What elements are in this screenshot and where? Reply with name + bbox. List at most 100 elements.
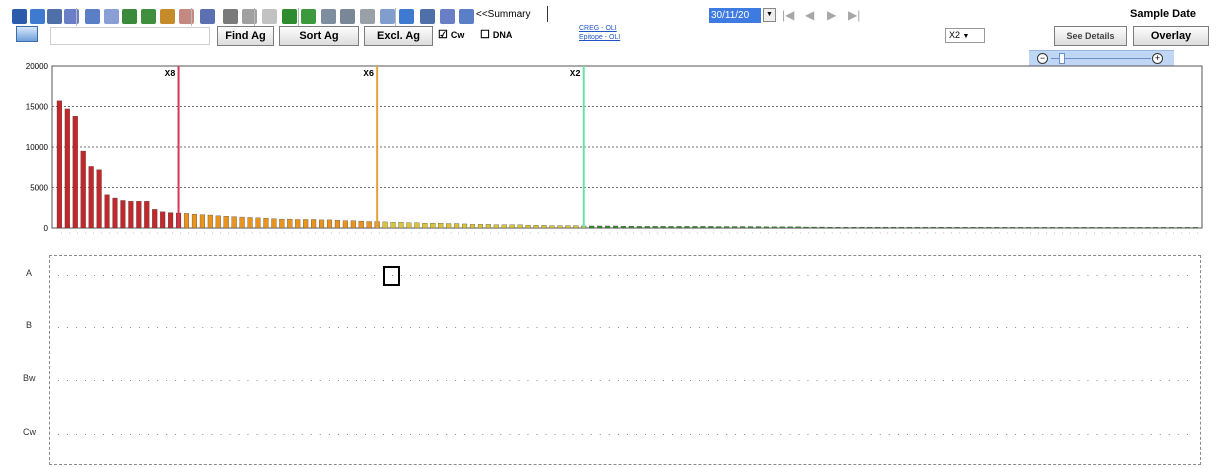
- allele-cell[interactable]: ·: [888, 430, 896, 439]
- allele-cell[interactable]: ·: [57, 323, 65, 332]
- allele-cell[interactable]: ·: [1105, 430, 1113, 439]
- allele-cell[interactable]: ·: [626, 376, 634, 385]
- allele-cell[interactable]: ·: [978, 323, 986, 332]
- allele-cell[interactable]: ·: [951, 323, 959, 332]
- allele-cell[interactable]: ·: [509, 430, 517, 439]
- chart-bar[interactable]: [755, 226, 762, 229]
- allele-cell[interactable]: ·: [256, 430, 264, 439]
- chart-bar[interactable]: [183, 213, 190, 229]
- chart-bar[interactable]: [303, 219, 309, 229]
- chart-bar[interactable]: [1161, 227, 1167, 229]
- allele-cell[interactable]: ·: [1041, 271, 1049, 280]
- allele-cell[interactable]: ·: [617, 376, 625, 385]
- allele-cell[interactable]: ·: [319, 430, 327, 439]
- chart-bar[interactable]: [787, 226, 793, 229]
- allele-cell[interactable]: ·: [66, 376, 74, 385]
- toolbar-icon[interactable]: [223, 9, 238, 24]
- allele-cell[interactable]: ·: [364, 271, 372, 280]
- allele-cell[interactable]: ·: [138, 271, 146, 280]
- allele-cell[interactable]: ·: [120, 430, 128, 439]
- allele-cell[interactable]: ·: [761, 430, 769, 439]
- allele-cell[interactable]: ·: [391, 430, 399, 439]
- allele-cell[interactable]: ·: [716, 323, 724, 332]
- allele-cell[interactable]: ·: [572, 376, 580, 385]
- allele-cell[interactable]: ·: [355, 430, 363, 439]
- chart-bar[interactable]: [954, 227, 960, 229]
- chart-bar[interactable]: [1105, 227, 1111, 229]
- chart-bar[interactable]: [541, 225, 547, 229]
- export-icon[interactable]: [16, 26, 38, 42]
- allele-cell[interactable]: ·: [680, 430, 688, 439]
- allele-cell[interactable]: ·: [1186, 430, 1194, 439]
- chart-bar[interactable]: [263, 218, 269, 229]
- allele-cell[interactable]: ·: [780, 430, 788, 439]
- allele-cell[interactable]: ·: [1005, 271, 1013, 280]
- allele-cell[interactable]: ·: [608, 323, 616, 332]
- chart-bar[interactable]: [358, 220, 364, 229]
- chart-bar[interactable]: [366, 221, 372, 229]
- allele-cell[interactable]: ·: [807, 376, 815, 385]
- allele-cell[interactable]: ·: [987, 430, 995, 439]
- allele-cell[interactable]: ·: [481, 376, 489, 385]
- allele-cell[interactable]: ·: [1078, 376, 1086, 385]
- chart-bar[interactable]: [589, 225, 595, 229]
- allele-cell[interactable]: ·: [1105, 323, 1113, 332]
- toolbar-icon[interactable]: [85, 9, 100, 24]
- chart-bar[interactable]: [1057, 227, 1063, 229]
- toolbar-icon[interactable]: [340, 9, 355, 24]
- allele-cell[interactable]: ·: [129, 430, 137, 439]
- allele-cell[interactable]: ·: [617, 271, 625, 280]
- allele-cell[interactable]: ·: [807, 430, 815, 439]
- allele-cell[interactable]: ·: [1177, 376, 1185, 385]
- find-ag-button[interactable]: Find Ag: [217, 26, 274, 46]
- allele-cell[interactable]: ·: [608, 376, 616, 385]
- allele-cell[interactable]: ·: [861, 376, 869, 385]
- allele-cell[interactable]: ·: [328, 271, 336, 280]
- allele-cell[interactable]: ·: [671, 430, 679, 439]
- chart-bar[interactable]: [493, 224, 499, 229]
- allele-cell[interactable]: ·: [66, 271, 74, 280]
- chart-bar[interactable]: [295, 219, 301, 229]
- allele-cell[interactable]: ·: [75, 271, 83, 280]
- allele-cell[interactable]: ·: [1069, 430, 1077, 439]
- allele-cell[interactable]: ·: [653, 271, 661, 280]
- allele-cell[interactable]: ·: [554, 323, 562, 332]
- chart-bar[interactable]: [247, 217, 253, 229]
- allele-cell[interactable]: ·: [192, 430, 200, 439]
- allele-cell[interactable]: ·: [653, 430, 661, 439]
- allele-cell[interactable]: ·: [861, 430, 869, 439]
- allele-cell[interactable]: ·: [1060, 323, 1068, 332]
- allele-cell[interactable]: ·: [1023, 430, 1031, 439]
- allele-cell[interactable]: ·: [1023, 376, 1031, 385]
- allele-cell[interactable]: ·: [463, 376, 471, 385]
- allele-cell[interactable]: ·: [138, 376, 146, 385]
- allele-cell[interactable]: ·: [202, 376, 210, 385]
- chart-bar[interactable]: [215, 215, 221, 229]
- allele-cell[interactable]: ·: [454, 376, 462, 385]
- allele-cell[interactable]: ·: [174, 323, 182, 332]
- chart-bar[interactable]: [1041, 227, 1048, 229]
- allele-cell[interactable]: ·: [996, 430, 1004, 439]
- chart-bar[interactable]: [485, 224, 491, 229]
- allele-cell[interactable]: ·: [265, 430, 273, 439]
- allele-cell[interactable]: ·: [1105, 271, 1113, 280]
- allele-cell[interactable]: ·: [978, 430, 986, 439]
- chart-bar[interactable]: [1129, 227, 1135, 229]
- chart-bar[interactable]: [191, 214, 197, 229]
- first-record-icon[interactable]: |◀: [782, 8, 794, 22]
- allele-cell[interactable]: ·: [1114, 323, 1122, 332]
- chart-bar[interactable]: [311, 219, 317, 229]
- chart-bar[interactable]: [136, 201, 142, 229]
- allele-cell[interactable]: ·: [969, 271, 977, 280]
- allele-cell[interactable]: ·: [635, 376, 643, 385]
- chart-bar[interactable]: [660, 226, 666, 229]
- toolbar-icon[interactable]: [122, 9, 137, 24]
- chart-bar[interactable]: [652, 226, 658, 229]
- allele-cell[interactable]: ·: [1114, 271, 1122, 280]
- allele-cell[interactable]: ·: [888, 376, 896, 385]
- chart-bar[interactable]: [350, 220, 356, 229]
- excl-ag-button[interactable]: Excl. Ag: [364, 26, 433, 46]
- chart-bar[interactable]: [509, 224, 515, 229]
- allele-cell[interactable]: ·: [987, 323, 995, 332]
- allele-cell[interactable]: ·: [671, 323, 679, 332]
